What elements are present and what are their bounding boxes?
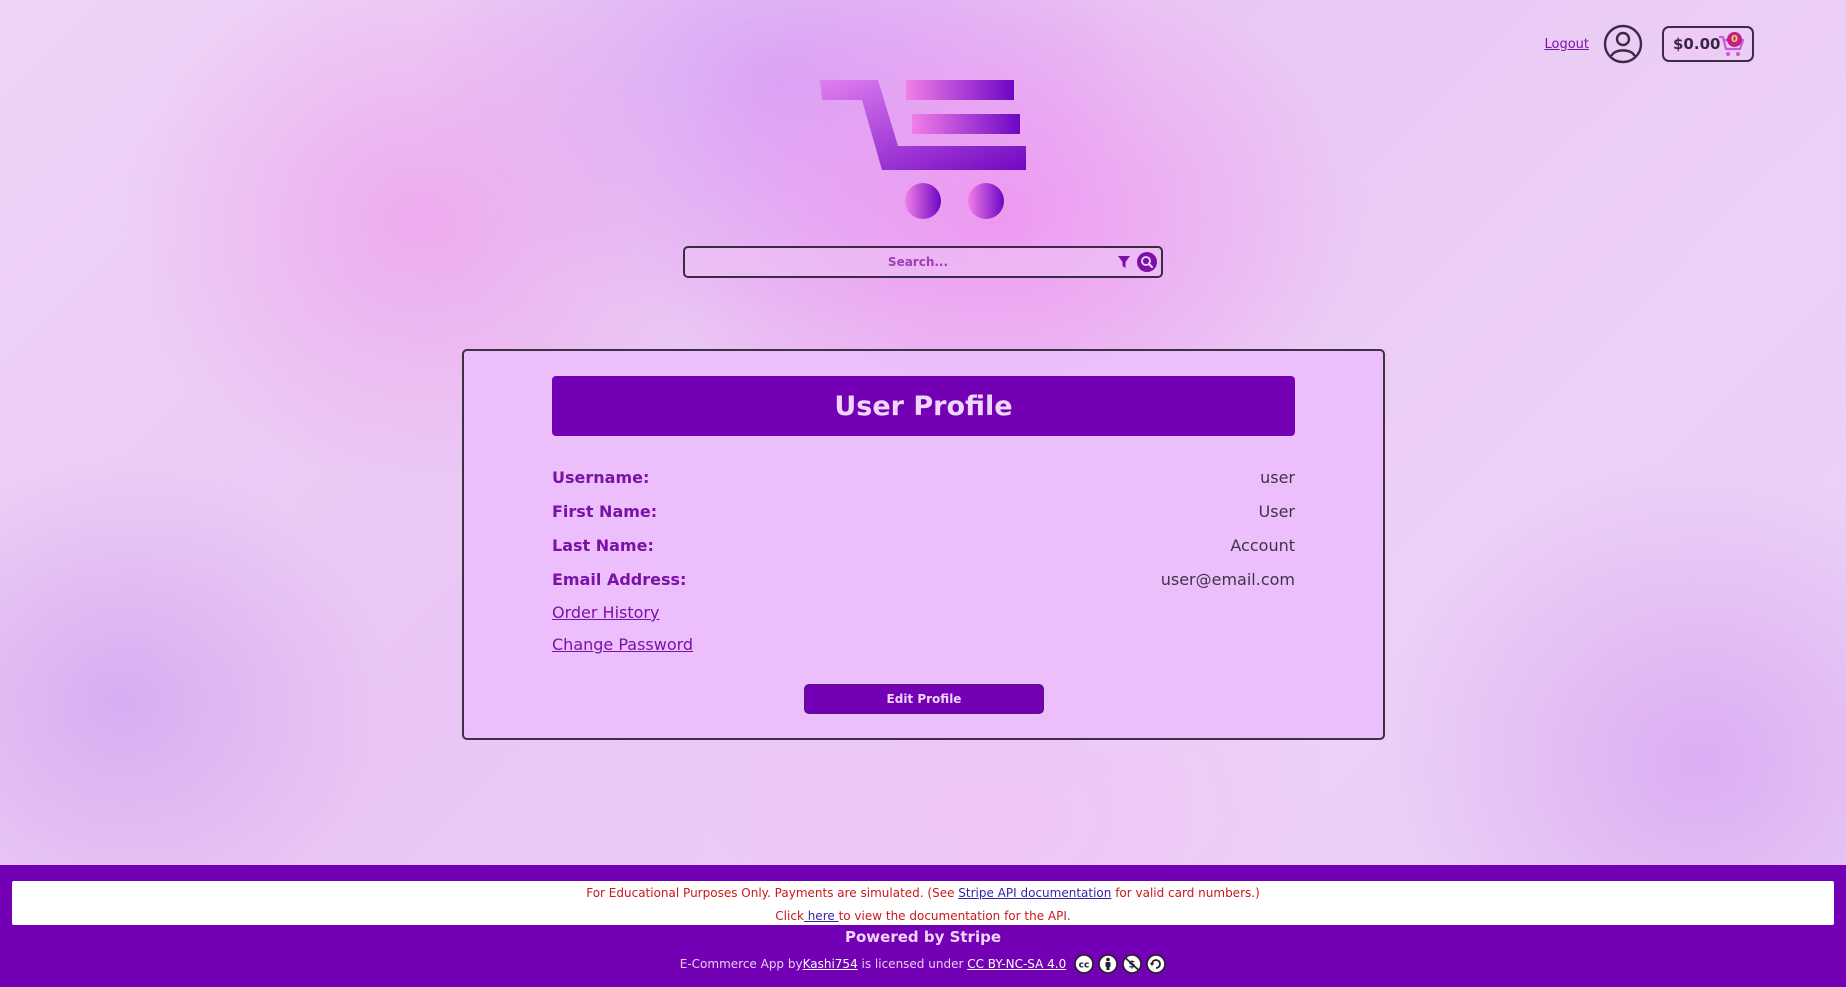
- license-text: is licensed under: [857, 957, 968, 971]
- footer: For Educational Purposes Only. Payments …: [0, 865, 1846, 987]
- educational-notice: For Educational Purposes Only. Payments …: [12, 881, 1834, 925]
- field-label: First Name:: [552, 502, 658, 521]
- license-link[interactable]: CC BY-NC-SA 4.0: [967, 957, 1066, 971]
- notice-text: For Educational Purposes Only. Payments …: [586, 886, 959, 900]
- by-icon: [1098, 954, 1119, 974]
- author-link[interactable]: Kashi754: [803, 957, 858, 971]
- cc-icons: cc $: [1070, 954, 1167, 974]
- notice-line: For Educational Purposes Only. Payments …: [12, 886, 1834, 900]
- cart-count-badge: 0: [1727, 32, 1742, 47]
- search-input[interactable]: [685, 247, 1117, 277]
- filter-icon[interactable]: [1117, 255, 1131, 269]
- cart-button[interactable]: $0.00 0: [1662, 26, 1754, 62]
- field-value: Account: [1230, 536, 1295, 555]
- logout-link[interactable]: Logout: [1544, 37, 1589, 52]
- edit-profile-button[interactable]: Edit Profile: [804, 684, 1044, 714]
- cc-icon: cc: [1074, 954, 1095, 974]
- last-name-row: Last Name: Account: [552, 536, 1295, 555]
- notice-text: for valid card numbers.): [1111, 886, 1260, 900]
- notice-line: Click here to view the documentation for…: [12, 909, 1834, 923]
- notice-text: Click: [775, 909, 804, 923]
- shopping-cart-logo[interactable]: [818, 78, 1030, 220]
- user-circle-icon[interactable]: [1603, 24, 1643, 64]
- order-history-link[interactable]: Order History: [552, 603, 659, 622]
- field-label: Email Address:: [552, 570, 687, 589]
- search-icon[interactable]: [1137, 252, 1157, 272]
- stripe-docs-link[interactable]: Stripe API documentation: [958, 886, 1111, 900]
- profile-card: User Profile Username: user First Name: …: [462, 349, 1385, 740]
- sa-icon: [1146, 954, 1167, 974]
- api-docs-link[interactable]: here: [804, 909, 839, 923]
- email-row: Email Address: user@email.com: [552, 570, 1295, 589]
- first-name-row: First Name: User: [552, 502, 1295, 521]
- username-row: Username: user: [552, 468, 1295, 487]
- powered-by-stripe: Powered by Stripe: [844, 928, 1002, 946]
- top-nav: Logout $0.00 0: [1544, 24, 1754, 64]
- cart-total: $0.00: [1673, 35, 1721, 53]
- license-line: E-Commerce App by Kashi754 is licensed u…: [0, 954, 1846, 974]
- change-password-link[interactable]: Change Password: [552, 635, 693, 654]
- field-value: user: [1260, 468, 1295, 487]
- field-value: User: [1258, 502, 1295, 521]
- nc-icon: $: [1122, 954, 1143, 974]
- notice-text: to view the documentation for the API.: [838, 909, 1071, 923]
- field-label: Username:: [552, 468, 650, 487]
- field-label: Last Name:: [552, 536, 654, 555]
- svg-text:cc: cc: [1079, 961, 1090, 971]
- profile-title: User Profile: [552, 376, 1295, 436]
- field-value: user@email.com: [1160, 570, 1295, 589]
- search-bar: [683, 246, 1163, 278]
- license-text: E-Commerce App by: [679, 957, 803, 971]
